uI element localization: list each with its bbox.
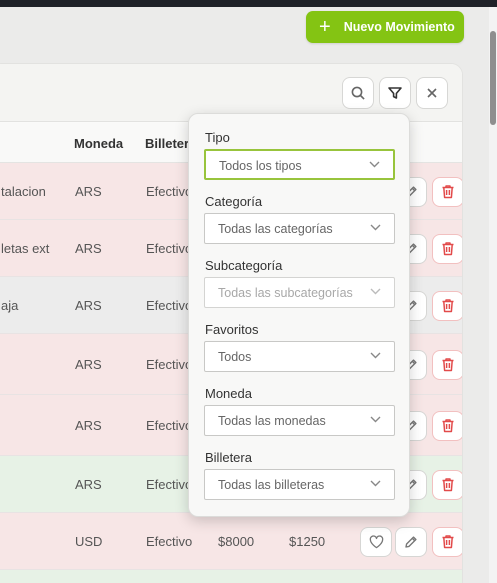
delete-button[interactable] [432,176,462,207]
row-currency: ARS [75,356,102,372]
trash-icon [442,419,454,433]
row-currency: ARS [75,240,102,256]
search-button[interactable] [342,77,374,109]
favorite-button[interactable] [360,526,392,557]
row-description: aja [1,297,19,313]
row-currency: USD [75,533,103,549]
delete-button[interactable] [432,526,462,557]
scrollbar-thumb[interactable] [490,31,496,125]
new-movement-label: Nuevo Movimiento [343,20,455,34]
filter-button[interactable] [379,77,411,109]
table-row[interactable] [0,570,462,583]
filter-favoritos-select[interactable]: Todos [204,341,395,372]
filter-categoria-value: Todas las categorías [218,222,333,236]
filter-tipo-select[interactable]: Todos los tipos [204,149,395,180]
delete-button[interactable] [432,233,462,264]
trash-icon [442,242,454,256]
clear-filters-button[interactable] [416,77,448,109]
chevron-down-icon [370,352,381,359]
row-wallet: Efectivo [146,240,193,256]
chevron-down-icon [370,480,381,487]
row-description: talacion [1,183,46,199]
trash-icon [442,358,454,372]
filter-categoria-select[interactable]: Todas las categorías [204,213,395,244]
filter-categoria-label: Categoría [205,194,263,209]
row-wallet: Efectivo [146,417,193,433]
trash-icon [442,478,454,492]
trash-icon [442,185,454,199]
filter-billetera-label: Billetera [205,450,252,465]
row-wallet: Efectivo [146,183,193,199]
heart-icon [369,534,383,548]
row-currency: ARS [75,297,102,313]
chevron-down-icon [370,416,381,423]
filter-moneda-label: Moneda [205,386,252,401]
trash-icon [442,299,454,313]
chevron-down-icon [370,288,381,295]
window-top-bar [0,0,497,7]
row-currency: ARS [75,183,102,199]
delete-button[interactable] [432,469,462,500]
chevron-down-icon [369,161,380,168]
table-row[interactable]: USD Efectivo $8000 $1250 [0,513,462,570]
filter-favoritos-label: Favoritos [205,322,259,337]
edit-button[interactable] [395,526,427,557]
row-amount-converted: $1250 [289,533,326,549]
row-currency: ARS [75,417,102,433]
row-wallet: Efectivo [146,476,193,492]
chevron-down-icon [370,224,381,231]
row-wallet: Efectivo [146,297,193,313]
delete-button[interactable] [432,290,462,321]
filter-moneda-select[interactable]: Todas las monedas [204,405,395,436]
delete-button[interactable] [432,410,462,441]
filter-billetera-value: Todas las billeteras [218,478,325,492]
row-wallet: Efectivo [146,356,193,372]
filter-panel: Tipo Todos los tipos Categoría Todas las… [188,113,410,517]
row-amount: $8000 [218,533,255,549]
row-currency: ARS [75,476,102,492]
plus-icon: + [319,16,331,38]
filter-subcategoria-select[interactable]: Todas las subcategorías [204,277,395,308]
filter-billetera-select[interactable]: Todas las billeteras [204,469,395,500]
filter-subcategoria-value: Todas las subcategorías [218,286,353,300]
filter-subcategoria-label: Subcategoría [205,258,283,273]
scrollbar[interactable] [489,7,497,583]
search-icon [351,86,365,100]
filter-tipo-value: Todos los tipos [219,159,302,173]
filter-favoritos-value: Todos [218,350,252,364]
new-movement-button[interactable]: + Nuevo Movimiento [306,11,464,43]
delete-button[interactable] [432,349,462,380]
column-moneda: Moneda [74,136,124,151]
row-description: letas ext [1,240,50,256]
trash-icon [442,535,454,549]
row-wallet: Efectivo [146,533,193,549]
close-icon [427,88,437,98]
filter-tipo-label: Tipo [205,130,230,145]
pencil-icon [405,535,417,548]
filter-moneda-value: Todas las monedas [218,414,326,428]
filter-icon [388,87,402,99]
